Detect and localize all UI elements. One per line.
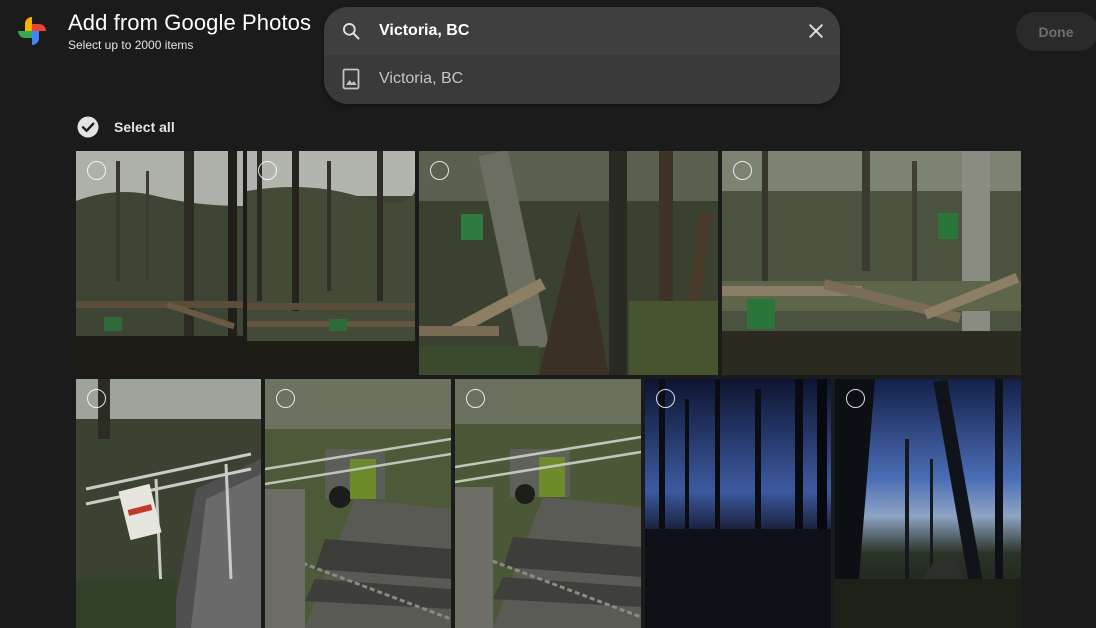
- photo-thumbnail[interactable]: [265, 379, 451, 628]
- empty-circle-icon[interactable]: [466, 389, 485, 408]
- photo-railing-sign-image: [76, 379, 261, 628]
- photo-thumbnail[interactable]: [835, 379, 1021, 628]
- photo-thumbnail[interactable]: [247, 151, 415, 375]
- search-bar: [324, 7, 840, 55]
- select-all-label: Select all: [114, 119, 175, 135]
- dialog-subtitle: Select up to 2000 items: [68, 38, 194, 52]
- photo-forest-fence-sign-image: [722, 151, 1021, 375]
- close-icon[interactable]: [806, 21, 826, 41]
- photo-thumbnail[interactable]: [645, 379, 831, 628]
- photo-forest-sign-image: [76, 151, 243, 375]
- photo-thumbnail[interactable]: [455, 379, 641, 628]
- suggestion-label: Victoria, BC: [379, 70, 464, 87]
- photo-picker-dialog: Add from Google Photos Select up to 2000…: [0, 0, 1096, 628]
- photo-album-icon: [342, 68, 360, 90]
- empty-circle-icon[interactable]: [656, 389, 675, 408]
- empty-circle-icon[interactable]: [87, 389, 106, 408]
- dialog-title: Add from Google Photos: [68, 10, 312, 35]
- empty-circle-icon[interactable]: [276, 389, 295, 408]
- search-box: Victoria, BC: [324, 7, 840, 104]
- photo-stone-stairs-image: [455, 379, 641, 628]
- empty-circle-icon[interactable]: [87, 161, 106, 180]
- photo-thumbnail[interactable]: [76, 379, 261, 628]
- photo-forest-path-image: [419, 151, 718, 375]
- search-suggestion-item[interactable]: Victoria, BC: [324, 55, 840, 104]
- empty-circle-icon[interactable]: [846, 389, 865, 408]
- photo-forest-trail-sky-image: [835, 379, 1021, 628]
- photo-stone-stairs-image: [265, 379, 451, 628]
- photo-thumbnail[interactable]: [419, 151, 718, 375]
- empty-circle-icon[interactable]: [733, 161, 752, 180]
- check-circle-icon: [77, 116, 99, 138]
- google-photos-logo-icon: [18, 17, 46, 45]
- search-input[interactable]: [379, 19, 779, 43]
- select-all-toggle[interactable]: Select all: [77, 116, 175, 138]
- empty-circle-icon[interactable]: [258, 161, 277, 180]
- empty-circle-icon[interactable]: [430, 161, 449, 180]
- done-button[interactable]: Done: [1016, 12, 1096, 51]
- photo-thumbnail[interactable]: [722, 151, 1021, 375]
- photo-thumbnail[interactable]: [76, 151, 243, 375]
- photo-forest-fence-image: [247, 151, 415, 375]
- search-icon: [343, 23, 360, 40]
- photo-dark-forest-sky-image: [645, 379, 831, 628]
